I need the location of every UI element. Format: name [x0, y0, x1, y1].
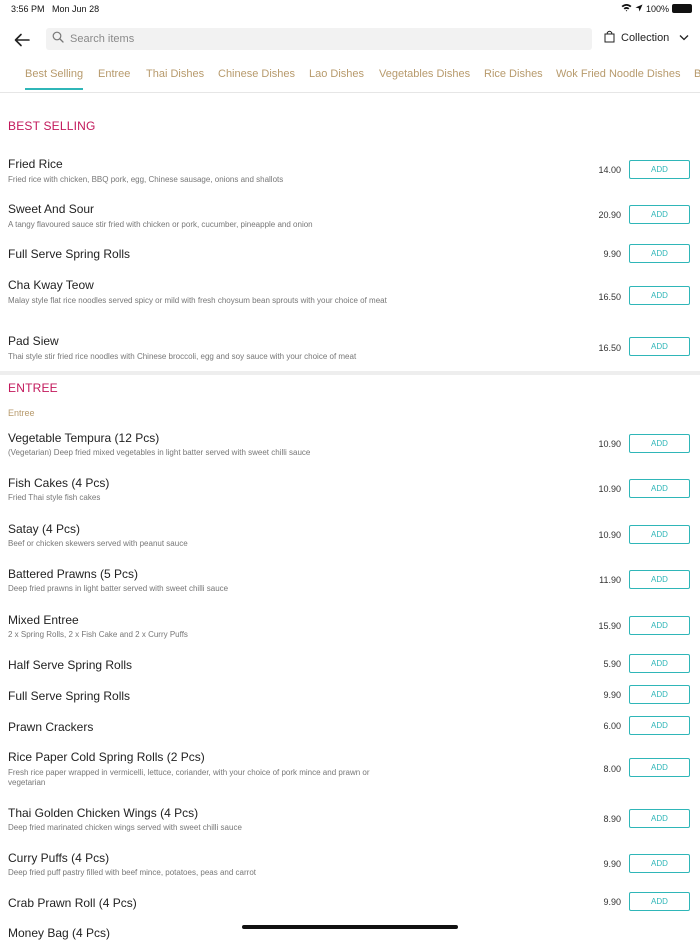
home-indicator[interactable]	[242, 925, 458, 929]
item-name: Curry Puffs (4 Pcs)	[8, 851, 110, 865]
item-price: 16.50	[598, 292, 621, 302]
item-description: Thai style stir fried rice noodles with …	[8, 352, 357, 361]
item-price: 5.90	[603, 659, 621, 669]
item-price: 8.90	[603, 814, 621, 824]
add-button[interactable]: ADD	[629, 758, 690, 777]
search-bar[interactable]	[46, 28, 592, 50]
item-price: 10.90	[598, 439, 621, 449]
battery-percent: 100%	[645, 3, 669, 14]
add-button[interactable]: ADD	[629, 337, 690, 356]
tab-rice-dishes[interactable]: Rice Dishes	[484, 68, 543, 88]
add-button[interactable]: ADD	[629, 479, 690, 498]
item-name: Full Serve Spring Rolls	[8, 247, 131, 261]
add-button[interactable]: ADD	[629, 286, 690, 305]
tab-next-partial[interactable]: B	[694, 68, 700, 88]
add-button[interactable]: ADD	[629, 160, 690, 179]
item-name: Pad Siew	[8, 334, 59, 348]
item-name: Vegetable Tempura (12 Pcs)	[8, 431, 160, 445]
item-name: Satay (4 Pcs)	[8, 522, 81, 536]
add-button[interactable]: ADD	[629, 205, 690, 224]
add-button[interactable]: ADD	[629, 854, 690, 873]
item-description: Fried rice with chicken, BBQ pork, egg, …	[8, 175, 284, 184]
add-button[interactable]: ADD	[629, 685, 690, 704]
item-price: 6.00	[603, 721, 621, 731]
section-title-entree: ENTREE	[8, 381, 58, 395]
item-name: Mixed Entree	[8, 613, 79, 627]
item-price: 9.90	[603, 249, 621, 259]
add-button[interactable]: ADD	[629, 654, 690, 673]
tab-wok-fried-noodle-dishes[interactable]: Wok Fried Noodle Dishes	[556, 68, 681, 88]
add-button[interactable]: ADD	[629, 244, 690, 263]
tab-best-selling[interactable]: Best Selling	[25, 68, 84, 90]
tab-entree[interactable]: Entree	[98, 68, 130, 88]
item-price: 9.90	[603, 690, 621, 700]
item-name: Crab Prawn Roll (4 Pcs)	[8, 896, 137, 910]
status-indicators: 100%	[621, 3, 692, 14]
add-button[interactable]: ADD	[629, 616, 690, 635]
item-price: 11.90	[599, 575, 621, 585]
wifi-icon	[621, 3, 632, 14]
tab-lao-dishes[interactable]: Lao Dishes	[309, 68, 364, 88]
item-name: Fried Rice	[8, 157, 63, 171]
item-name: Half Serve Spring Rolls	[8, 658, 133, 672]
add-button[interactable]: ADD	[629, 716, 690, 735]
item-description: Beef or chicken skewers served with pean…	[8, 539, 188, 548]
status-time: 3:56 PM Mon Jun 28	[11, 4, 100, 14]
item-description: 2 x Spring Rolls, 2 x Fish Cake and 2 x …	[8, 630, 188, 639]
tab-chinese-dishes[interactable]: Chinese Dishes	[218, 68, 295, 88]
search-input[interactable]	[68, 32, 572, 46]
item-description: A tangy flavoured sauce stir fried with …	[8, 220, 313, 229]
location-icon	[635, 4, 643, 14]
add-button[interactable]: ADD	[629, 434, 690, 453]
item-name: Prawn Crackers	[8, 720, 94, 734]
item-name: Thai Golden Chicken Wings (4 Pcs)	[8, 806, 199, 820]
top-bar: Collection	[0, 26, 700, 54]
item-name: Battered Prawns (5 Pcs)	[8, 567, 139, 581]
collection-label: Collection	[621, 32, 670, 44]
chevron-down-icon	[679, 32, 689, 44]
item-price: 9.90	[603, 897, 621, 907]
add-button[interactable]: ADD	[629, 570, 690, 589]
item-description: (Vegetarian) Deep fried mixed vegetables…	[8, 448, 311, 457]
item-name: Sweet And Sour	[8, 202, 95, 216]
tab-thai-dishes[interactable]: Thai Dishes	[146, 68, 204, 88]
item-price: 10.90	[598, 484, 621, 494]
item-price: 9.90	[603, 859, 621, 869]
tab-vegetables-dishes[interactable]: Vegetables Dishes	[379, 68, 470, 88]
add-button[interactable]: ADD	[629, 809, 690, 828]
bag-icon	[604, 30, 615, 46]
item-description: Fried Thai style fish cakes	[8, 493, 101, 502]
item-name: Cha Kway Teow	[8, 278, 94, 292]
section-divider	[0, 371, 700, 375]
item-price: 8.00	[603, 764, 621, 774]
section-title-best-selling: BEST SELLING	[8, 119, 96, 133]
search-icon	[46, 30, 64, 48]
item-description: Deep fried puff pastry filled with beef …	[8, 868, 256, 877]
status-bar: 3:56 PM Mon Jun 28 100%	[0, 0, 700, 18]
item-price: 14.00	[598, 165, 621, 175]
item-name: Fish Cakes (4 Pcs)	[8, 476, 110, 490]
item-description: Fresh rice paper wrapped in vermicelli, …	[8, 768, 370, 787]
category-tabs: Best Selling Entree Thai Dishes Chinese …	[0, 62, 700, 93]
item-name: Full Serve Spring Rolls	[8, 689, 131, 703]
item-price: 16.50	[598, 343, 621, 353]
section-subtitle-entree: Entree	[8, 408, 35, 418]
item-price: 15.90	[598, 621, 621, 631]
back-arrow-icon[interactable]	[12, 30, 32, 50]
item-price: 20.90	[598, 210, 621, 220]
item-name: Rice Paper Cold Spring Rolls (2 Pcs)	[8, 750, 205, 764]
item-price: 10.90	[598, 530, 621, 540]
add-button[interactable]: ADD	[629, 525, 690, 544]
item-description: Deep fried prawns in light batter served…	[8, 584, 229, 593]
item-description: Deep fried marinated chicken wings serve…	[8, 823, 242, 832]
item-name: Money Bag (4 Pcs)	[8, 926, 111, 940]
battery-icon	[672, 4, 692, 13]
collection-dropdown[interactable]: Collection	[604, 30, 689, 46]
item-description: Malay style flat rice noodles served spi…	[8, 296, 387, 305]
add-button[interactable]: ADD	[629, 892, 690, 911]
